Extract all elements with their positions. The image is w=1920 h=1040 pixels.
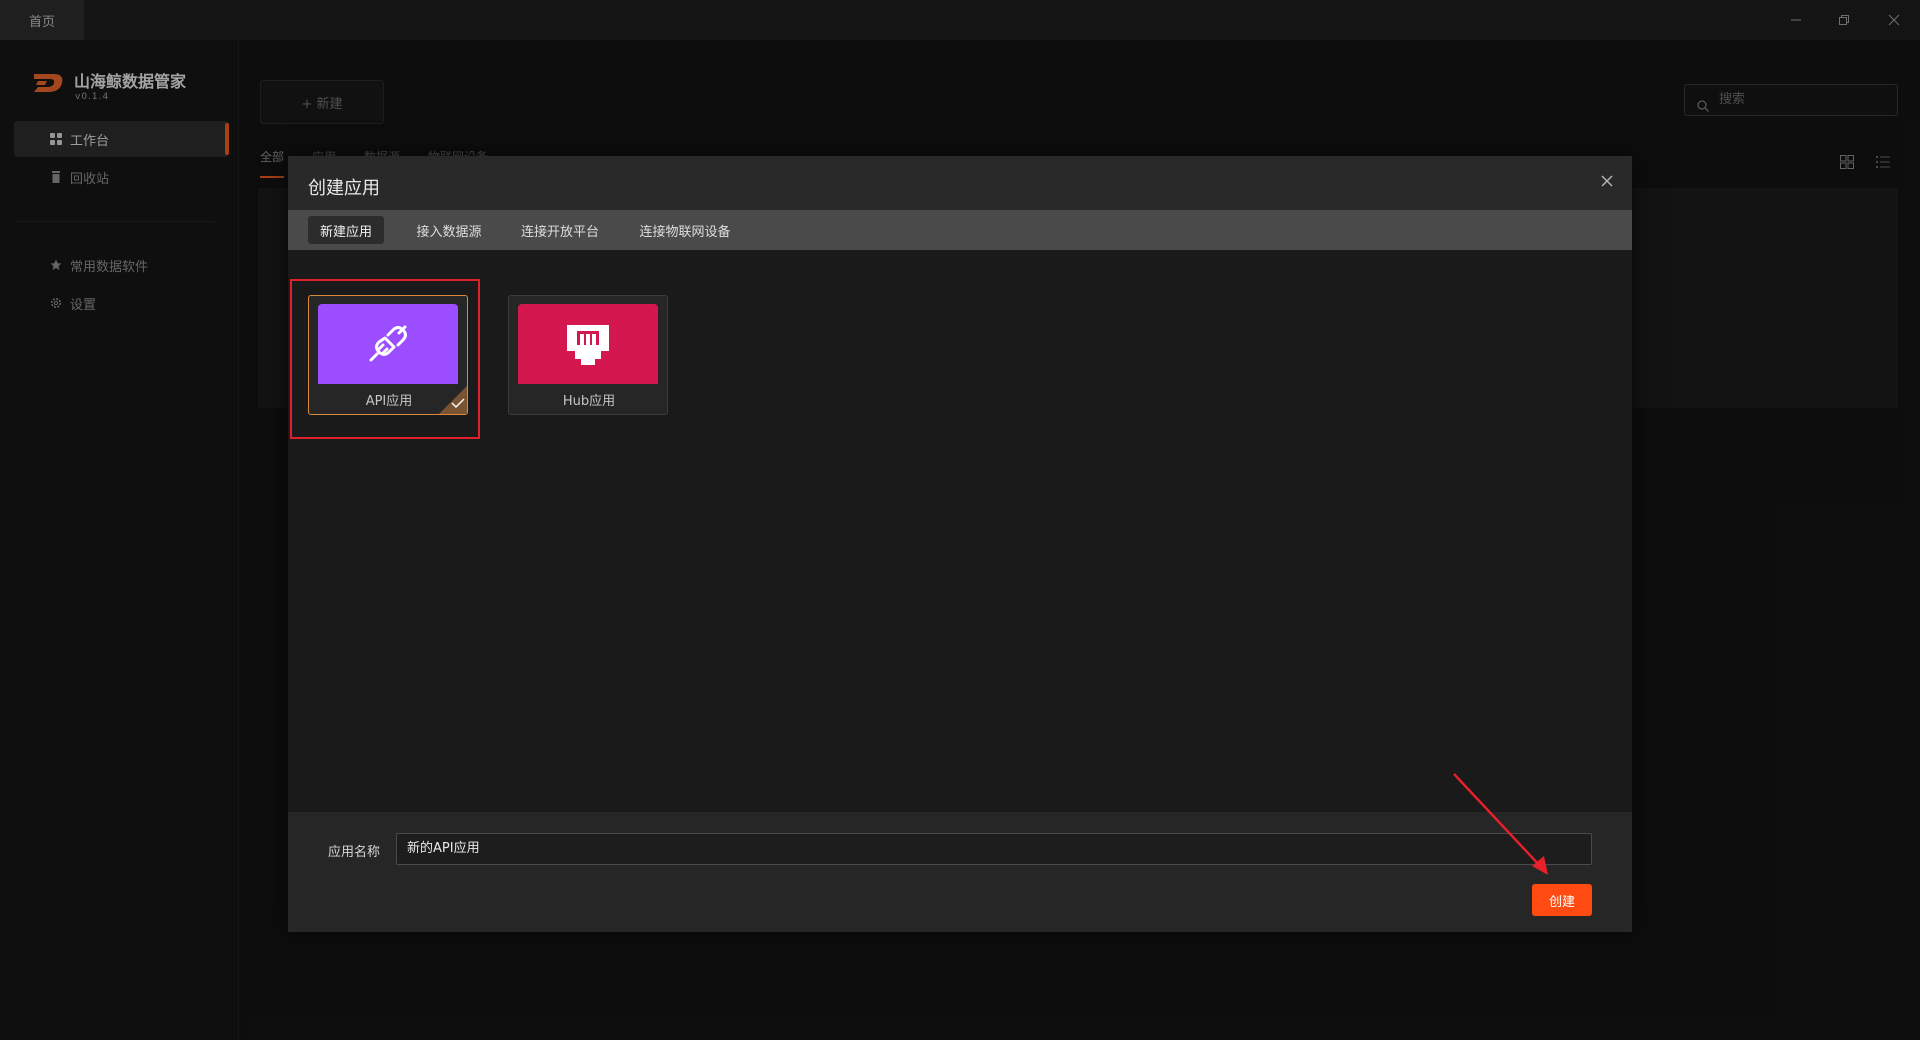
dialog-tabs: 新建应用 接入数据源 连接开放平台 连接物联网设备 bbox=[288, 210, 1632, 250]
tab-new-app[interactable]: 新建应用 bbox=[308, 216, 384, 244]
app-name-label: 应用名称 bbox=[328, 845, 381, 860]
app-card-label: Hub应用 bbox=[562, 394, 616, 409]
dialog-body: API应用 Hub应用 bbox=[288, 250, 1632, 812]
app-name-field[interactable]: 新的API应用 bbox=[396, 833, 1592, 865]
close-icon[interactable] bbox=[1600, 174, 1614, 188]
plug-icon bbox=[318, 304, 458, 384]
dialog-header: 创建应用 bbox=[288, 156, 1632, 210]
tab-open-platform[interactable]: 连接开放平台 bbox=[512, 216, 608, 244]
dialog-footer: 应用名称 新的API应用 创建 bbox=[288, 812, 1632, 932]
tab-iot-device[interactable]: 连接物联网设备 bbox=[630, 216, 740, 244]
create-button[interactable]: 创建 bbox=[1532, 884, 1592, 916]
create-app-dialog: 创建应用 新建应用 接入数据源 连接开放平台 连接物联网设备 API应用 Hub… bbox=[288, 156, 1632, 932]
hub-icon bbox=[518, 304, 658, 384]
dialog-title: 创建应用 bbox=[308, 178, 380, 199]
tab-connect-datasource[interactable]: 接入数据源 bbox=[406, 216, 492, 244]
app-card-hub[interactable]: Hub应用 bbox=[508, 295, 668, 415]
annotation-arrow-icon bbox=[1450, 770, 1554, 884]
app-card-api[interactable]: API应用 bbox=[308, 295, 468, 415]
check-icon bbox=[451, 396, 465, 412]
